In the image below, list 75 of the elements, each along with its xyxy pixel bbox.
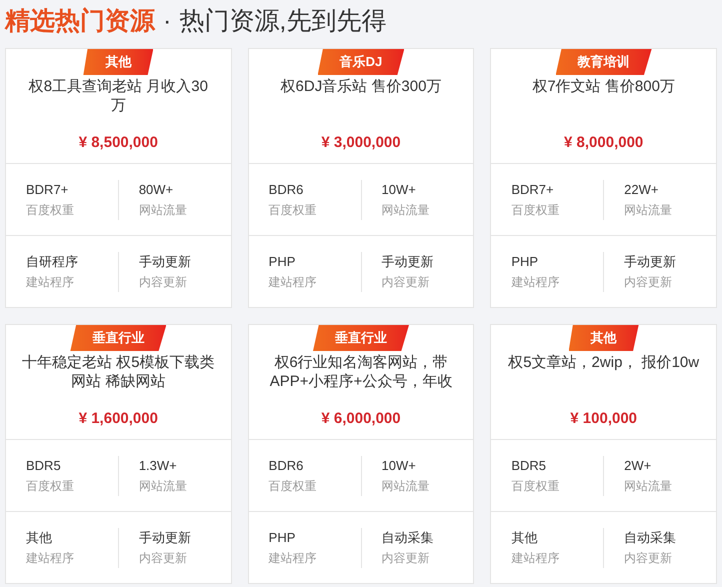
category-ribbon: 音乐DJ <box>318 49 404 75</box>
stat-value: BDR6 <box>268 456 304 474</box>
stat-value: BDR7+ <box>511 180 554 198</box>
stat-value: 其他 <box>511 528 538 546</box>
stat-label: 网站流量 <box>382 202 430 218</box>
stat-value: PHP <box>511 252 538 270</box>
stat-value: BDR7+ <box>26 180 68 198</box>
stat-value: BDR5 <box>26 456 61 474</box>
stat-label: 内容更新 <box>624 550 672 566</box>
stat-value: 手动更新 <box>138 252 191 270</box>
stat-label: 内容更新 <box>382 274 430 290</box>
stat-label: 内容更新 <box>138 274 187 290</box>
stat-label: 网站流量 <box>382 478 430 494</box>
stat-label: 网站流量 <box>138 478 187 494</box>
stat-label: 内容更新 <box>382 550 430 566</box>
stat-label: 建站程序 <box>511 274 560 290</box>
listing-card[interactable]: 垂直行业 十年稳定老站 权5模板下载类网站 稀缺网站 ¥ 1,600,000 BDR5 百度权重 1.3W+ 网站流量 其他 建站程序 手动更新 内容更新 <box>5 324 232 584</box>
listing-card[interactable]: 音乐DJ 权6DJ音乐站 售价300万 ¥ 3,000,000 BDR6 百度权重 10W+ 网站流量 PHP 建站程序 手动更新 内容更新 <box>248 48 474 308</box>
separator-dot: · <box>163 6 172 38</box>
listing-card[interactable]: 教育培训 权7作文站 售价800万 ¥ 8,000,000 BDR7+ 百度权重 22W+ 网站流量 PHP 建站程序 手动更新 内容更新 <box>490 48 717 308</box>
stat-value: 80W+ <box>138 180 174 198</box>
stat-label: 网站流量 <box>624 202 672 218</box>
category-ribbon: 垂直行业 <box>70 325 166 351</box>
listing-card[interactable]: 其他 权5文章站，2wip， 报价10w ¥ 100,000 BDR5 百度权重 2W+ 网站流量 其他 建站程序 自动采集 内容更新 <box>490 324 717 584</box>
stat-value: BDR6 <box>268 180 304 198</box>
stat-value: 22W+ <box>624 180 658 198</box>
category-ribbon: 教育培训 <box>556 49 652 75</box>
stat-value: 1.3W+ <box>138 456 177 474</box>
listing-title: 权7作文站 售价800万 <box>532 77 675 96</box>
stat-value: 手动更新 <box>382 252 434 270</box>
listing-title: 十年稳定老站 权5模板下载类网站 稀缺网站 <box>22 353 215 391</box>
section-title: 精选热门资源 <box>5 6 155 38</box>
stat-label: 建站程序 <box>26 274 74 290</box>
stat-label: 百度权重 <box>26 478 74 494</box>
price: ¥ 3,000,000 <box>321 132 401 153</box>
stat-value: PHP <box>268 528 296 546</box>
stat-label: 百度权重 <box>511 202 560 218</box>
stat-label: 内容更新 <box>624 274 672 290</box>
stat-value: 自动采集 <box>382 528 434 546</box>
price: ¥ 6,000,000 <box>321 408 401 429</box>
listing-title: 权6DJ音乐站 售价300万 <box>280 77 442 96</box>
stat-value: 2W+ <box>624 456 652 474</box>
listing-title: 权5文章站，2wip， 报价10w <box>508 353 700 372</box>
category-ribbon: 垂直行业 <box>312 325 409 351</box>
stat-value: 手动更新 <box>138 528 191 546</box>
stat-value: 手动更新 <box>624 252 676 270</box>
stat-label: 百度权重 <box>268 202 317 218</box>
stat-label: 网站流量 <box>624 478 672 494</box>
stat-label: 百度权重 <box>268 478 317 494</box>
stat-label: 建站程序 <box>511 550 560 566</box>
stat-value: BDR5 <box>511 456 546 474</box>
stat-value: 自动采集 <box>624 528 676 546</box>
stat-value: PHP <box>268 252 296 270</box>
category-ribbon: 其他 <box>83 49 154 75</box>
listing-title: 权6行业知名淘客网站，带APP+小程序+公众号，年收 <box>268 353 454 391</box>
stat-label: 内容更新 <box>138 550 187 566</box>
price: ¥ 8,000,000 <box>564 132 644 153</box>
stat-label: 建站程序 <box>26 550 74 566</box>
stat-label: 建站程序 <box>268 274 317 290</box>
price: ¥ 100,000 <box>570 408 638 429</box>
stat-value: 10W+ <box>382 180 416 198</box>
price: ¥ 1,600,000 <box>78 408 158 429</box>
section-subtitle: 热门资源,先到先得 <box>179 6 386 38</box>
listing-title: 权8工具查询老站 月收入30万 <box>28 77 209 115</box>
stat-value: 其他 <box>26 528 52 546</box>
listing-card[interactable]: 其他 权8工具查询老站 月收入30万 ¥ 8,500,000 BDR7+ 百度权重 80W+ 网站流量 自研程序 建站程序 手动更新 内容更新 <box>5 48 232 308</box>
stat-value: 自研程序 <box>26 252 78 270</box>
stat-label: 网站流量 <box>138 202 187 218</box>
stat-label: 建站程序 <box>268 550 317 566</box>
listing-card[interactable]: 垂直行业 权6行业知名淘客网站，带APP+小程序+公众号，年收 ¥ 6,000,000 BDR6 百度权重 10W+ 网站流量 PHP 建站程序 自动采集 内容更新 <box>248 324 474 584</box>
category-ribbon: 其他 <box>568 325 639 351</box>
price: ¥ 8,500,000 <box>78 132 158 153</box>
stat-label: 百度权重 <box>511 478 560 494</box>
stat-label: 百度权重 <box>26 202 74 218</box>
stat-value: 10W+ <box>382 456 416 474</box>
